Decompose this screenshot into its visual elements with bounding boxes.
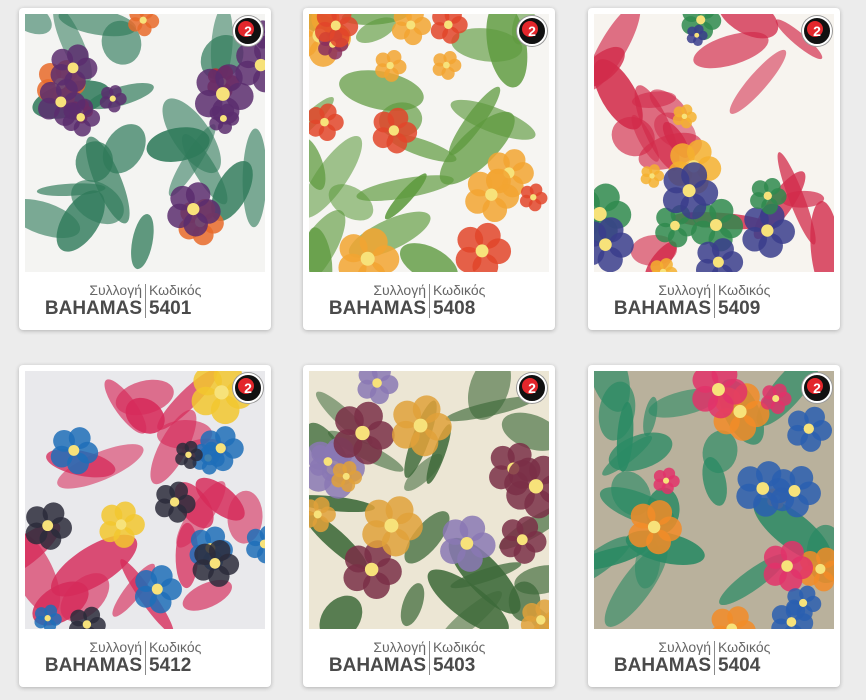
product-caption: Συλλογή BAHAMAS Κωδικός 5408 [303,278,555,324]
product-card[interactable]: 2 Συλλογή BAHAMAS Κωδικός 5404 [588,365,840,687]
code-label: Κωδικός [149,282,202,298]
product-code: 5403 [433,655,476,676]
collection-name: BAHAMAS [328,655,426,676]
collection-name: BAHAMAS [613,655,711,676]
product-grid: 2 Συλλογή BAHAMAS Κωδικός 5401 2 Συλλογή… [0,0,866,700]
badge-icon: 2 [517,16,547,46]
caption-divider [429,284,430,318]
product-code: 5409 [718,298,761,319]
fabric-pattern [594,371,834,629]
collection-name: BAHAMAS [44,298,142,319]
collection-label: Συλλογή [89,282,142,298]
product-card[interactable]: 2 Συλλογή BAHAMAS Κωδικός 5403 [303,365,555,687]
badge-icon: 2 [517,373,547,403]
badge-icon: 2 [802,16,832,46]
fabric-swatch-image[interactable] [25,14,265,272]
badge-icon: 2 [233,16,263,46]
product-code: 5401 [149,298,192,319]
fabric-swatch-image[interactable] [309,371,549,629]
product-card[interactable]: 2 Συλλογή BAHAMAS Κωδικός 5412 [19,365,271,687]
collection-name: BAHAMAS [613,298,711,319]
product-code: 5408 [433,298,476,319]
fabric-pattern [594,14,834,272]
product-card[interactable]: 2 Συλλογή BAHAMAS Κωδικός 5401 [19,8,271,330]
collection-name: BAHAMAS [44,655,142,676]
product-code: 5404 [718,655,761,676]
product-caption: Συλλογή BAHAMAS Κωδικός 5403 [303,635,555,681]
product-caption: Συλλογή BAHAMAS Κωδικός 5409 [588,278,840,324]
caption-divider [145,641,146,675]
caption-divider [145,284,146,318]
collection-label: Συλλογή [658,639,711,655]
fabric-pattern [309,371,549,629]
fabric-swatch-image[interactable] [594,14,834,272]
product-card[interactable]: 2 Συλλογή BAHAMAS Κωδικός 5408 [303,8,555,330]
code-label: Κωδικός [718,282,771,298]
collection-label: Συλλογή [373,282,426,298]
product-caption: Συλλογή BAHAMAS Κωδικός 5412 [19,635,271,681]
fabric-pattern [25,14,265,272]
collection-label: Συλλογή [89,639,142,655]
fabric-swatch-image[interactable] [594,371,834,629]
product-caption: Συλλογή BAHAMAS Κωδικός 5401 [19,278,271,324]
caption-divider [714,641,715,675]
collection-label: Συλλογή [658,282,711,298]
badge-icon: 2 [233,373,263,403]
badge-icon: 2 [802,373,832,403]
product-card[interactable]: 2 Συλλογή BAHAMAS Κωδικός 5409 [588,8,840,330]
fabric-swatch-image[interactable] [25,371,265,629]
caption-divider [714,284,715,318]
fabric-swatch-image[interactable] [309,14,549,272]
fabric-pattern [25,371,265,629]
code-label: Κωδικός [718,639,771,655]
collection-label: Συλλογή [373,639,426,655]
code-label: Κωδικός [433,639,486,655]
code-label: Κωδικός [149,639,202,655]
fabric-pattern [309,14,549,272]
product-caption: Συλλογή BAHAMAS Κωδικός 5404 [588,635,840,681]
code-label: Κωδικός [433,282,486,298]
caption-divider [429,641,430,675]
collection-name: BAHAMAS [328,298,426,319]
product-code: 5412 [149,655,192,676]
